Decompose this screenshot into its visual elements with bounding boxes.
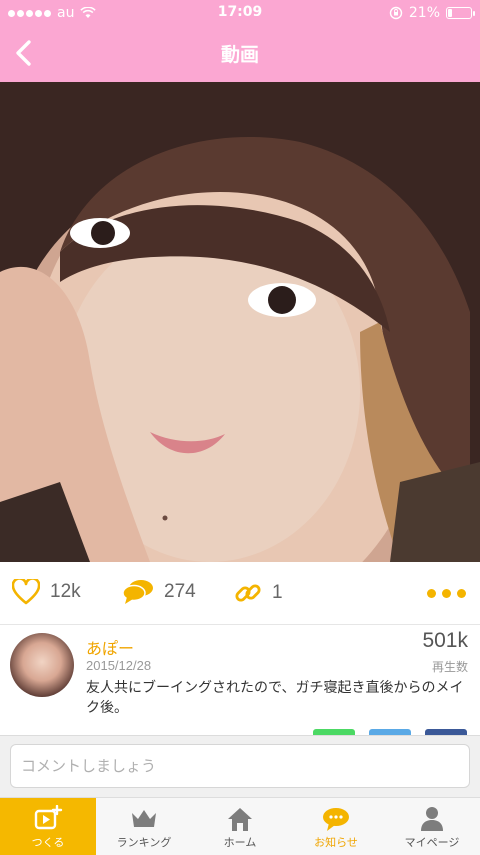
battery-percent: 21% bbox=[408, 5, 440, 21]
comment-bar bbox=[0, 735, 480, 798]
comment-input[interactable] bbox=[10, 744, 470, 788]
tab-mypage-label: マイページ bbox=[404, 836, 460, 849]
link-count: 1 bbox=[272, 582, 283, 603]
post-date: 2015/12/28 bbox=[86, 658, 152, 673]
link-icon bbox=[235, 584, 261, 602]
like-count: 12k bbox=[50, 581, 81, 602]
heart-icon bbox=[12, 579, 40, 605]
tab-home[interactable]: ホーム bbox=[192, 798, 288, 855]
tab-ranking[interactable]: ランキング bbox=[96, 798, 192, 855]
video-frame bbox=[0, 82, 480, 562]
tab-home-label: ホーム bbox=[223, 836, 257, 849]
user-name[interactable]: あぽー bbox=[86, 635, 134, 659]
speech-bubble-icon bbox=[323, 808, 349, 831]
comments-button[interactable]: 274 bbox=[122, 579, 196, 605]
play-count-label: 再生数 bbox=[431, 660, 468, 674]
play-count: 501k bbox=[422, 629, 468, 652]
tab-mypage[interactable]: マイページ bbox=[384, 798, 480, 855]
tab-notifications[interactable]: お知らせ bbox=[288, 798, 384, 855]
tab-notifications-label: お知らせ bbox=[314, 836, 358, 849]
rotation-lock-icon bbox=[389, 6, 403, 20]
tab-create[interactable]: つくる bbox=[0, 798, 96, 855]
battery-icon bbox=[446, 7, 475, 19]
home-icon bbox=[228, 808, 252, 831]
avatar[interactable] bbox=[10, 633, 74, 697]
create-video-icon bbox=[34, 805, 63, 830]
crown-icon bbox=[132, 810, 156, 827]
header-bar: au 17:09 21% 動画 bbox=[0, 0, 480, 82]
status-bar: au 17:09 21% bbox=[0, 0, 480, 28]
more-options-icon[interactable] bbox=[427, 589, 466, 598]
tab-ranking-label: ランキング bbox=[116, 836, 172, 849]
person-icon bbox=[421, 807, 443, 831]
video-description: 友人共にブーイングされたので、ガチ寝起き直後からのメイク後。 bbox=[86, 680, 464, 716]
action-bar: 12k 274 1 bbox=[0, 562, 480, 625]
tab-bar: つくる ランキング ホーム お知らせ マイページ bbox=[0, 797, 480, 855]
tab-create-label: つくる bbox=[31, 836, 65, 849]
video-player[interactable] bbox=[0, 82, 480, 562]
comment-count: 274 bbox=[164, 581, 196, 602]
video-info: あぽー 2015/12/28 501k 再生数 友人共にブーイングされたので、ガ… bbox=[0, 625, 480, 735]
like-button[interactable]: 12k bbox=[12, 579, 81, 605]
speech-bubbles-icon bbox=[122, 580, 153, 604]
link-button[interactable]: 1 bbox=[234, 579, 283, 607]
status-right: 21% bbox=[389, 5, 475, 21]
page-title: 動画 bbox=[220, 44, 259, 66]
